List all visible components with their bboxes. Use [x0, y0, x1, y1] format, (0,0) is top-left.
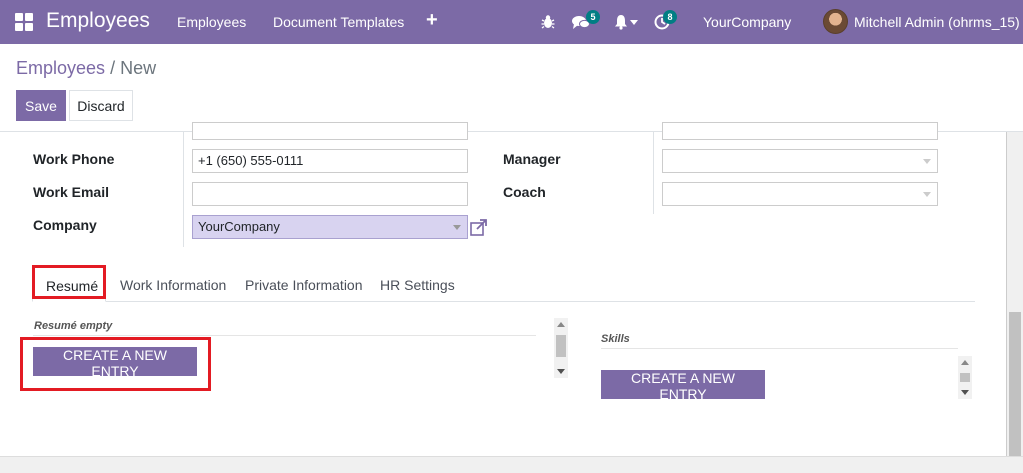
company-select[interactable]: YourCompany: [192, 215, 468, 239]
work-phone-label: Work Phone: [33, 151, 115, 167]
breadcrumb: Employees / New: [16, 58, 156, 79]
form-sheet: Work Phone +1 (650) 555-0111 Work Email …: [0, 122, 1007, 456]
resume-divider: [33, 335, 536, 336]
user-menu[interactable]: Mitchell Admin (ohrms_15): [854, 14, 1020, 30]
control-panel: Employees / New Save Discard: [0, 44, 1023, 132]
resume-scrollbar[interactable]: [554, 318, 568, 378]
scroll-thumb[interactable]: [556, 335, 566, 357]
activities-badge: 8: [663, 10, 677, 24]
company-label: Company: [33, 217, 97, 233]
plus-icon[interactable]: +: [426, 10, 438, 30]
skills-scrollbar[interactable]: [958, 356, 972, 399]
partial-field-left[interactable]: [192, 122, 468, 140]
scroll-down-icon[interactable]: [557, 369, 565, 374]
breadcrumb-separator: /: [110, 58, 116, 78]
external-link-icon[interactable]: [469, 218, 489, 238]
company-value: YourCompany: [198, 219, 280, 234]
chevron-down-icon: [453, 225, 461, 230]
work-phone-field[interactable]: +1 (650) 555-0111: [192, 149, 468, 173]
app-title[interactable]: Employees: [46, 9, 150, 33]
work-email-label: Work Email: [33, 184, 109, 200]
company-switcher[interactable]: YourCompany: [703, 14, 791, 30]
messages-badge: 5: [586, 10, 600, 24]
menu-document-templates[interactable]: Document Templates: [273, 14, 404, 30]
bug-icon[interactable]: [541, 14, 555, 30]
scroll-up-icon[interactable]: [557, 322, 565, 327]
tab-private-information[interactable]: Private Information: [245, 277, 363, 293]
highlight-box-resume-tab: [32, 265, 106, 299]
resume-empty-label: Resumé empty: [34, 320, 113, 332]
scroll-thumb[interactable]: [960, 373, 970, 382]
app-grid-icon[interactable]: [15, 13, 33, 31]
chevron-down-icon: [923, 192, 931, 197]
scroll-up-icon[interactable]: [961, 360, 969, 365]
highlight-box-create-entry: [20, 337, 211, 391]
chevron-down-icon: [923, 159, 931, 164]
manager-label: Manager: [503, 151, 561, 167]
notebook-tabs: Resumé Work Information Private Informat…: [32, 267, 975, 302]
manager-select[interactable]: [662, 149, 938, 173]
work-email-field[interactable]: [192, 182, 468, 206]
breadcrumb-employees[interactable]: Employees: [16, 58, 105, 78]
discard-button[interactable]: Discard: [69, 90, 133, 121]
left-divider: [183, 132, 184, 247]
coach-select[interactable]: [662, 182, 938, 206]
skills-create-entry-button[interactable]: CREATE A NEW ENTRY: [601, 370, 765, 402]
top-navbar: Employees Employees Document Templates +…: [0, 0, 1023, 44]
bell-icon[interactable]: [614, 14, 628, 30]
save-button[interactable]: Save: [16, 90, 66, 121]
page-scrollbar[interactable]: [1007, 132, 1023, 456]
coach-label: Coach: [503, 184, 546, 200]
breadcrumb-current: New: [120, 58, 157, 78]
tab-work-information[interactable]: Work Information: [120, 277, 226, 293]
user-avatar[interactable]: [823, 9, 848, 34]
skills-divider: [601, 348, 958, 349]
partial-field-right[interactable]: [662, 122, 938, 140]
menu-employees[interactable]: Employees: [177, 14, 246, 30]
caret-down-icon[interactable]: [630, 20, 638, 26]
skills-title: Skills: [601, 333, 630, 345]
tab-hr-settings[interactable]: HR Settings: [380, 277, 455, 293]
page-scroll-thumb[interactable]: [1009, 312, 1021, 456]
right-divider: [653, 132, 654, 214]
bottom-bar: [0, 456, 1023, 473]
scroll-down-icon[interactable]: [961, 390, 969, 395]
